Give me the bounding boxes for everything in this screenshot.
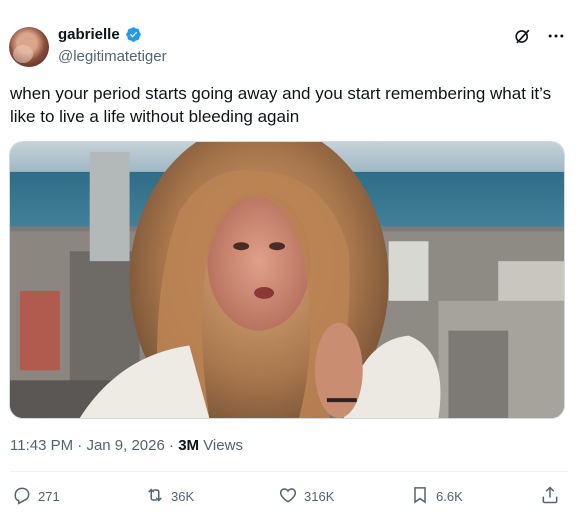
repost-icon [145,485,165,508]
tweet-meta: 11:43 PM · Jan 9, 2026 · 3M Views [10,437,243,454]
reply-count: 271 [38,489,60,504]
author-name-row: gabrielle [58,26,142,43]
repost-button[interactable]: 36K [145,485,194,508]
like-button[interactable]: 316K [278,485,334,508]
tweet-time[interactable]: 11:43 PM [10,437,73,454]
avatar[interactable] [9,27,49,67]
bookmark-button[interactable]: 6.6K [410,485,463,508]
tweet-text: when your period starts going away and y… [10,84,552,126]
views-count[interactable]: 3M [178,437,199,454]
tweet-date[interactable]: Jan 9, 2026 [86,437,164,454]
share-button[interactable] [540,485,560,508]
more-icon[interactable] [546,26,566,46]
reply-button[interactable]: 271 [12,485,60,508]
like-count: 316K [304,489,335,504]
verified-badge-icon [125,26,142,43]
display-name[interactable]: gabrielle [58,26,120,43]
video-thumbnail[interactable] [9,141,565,419]
meta-separator-2: · [169,437,175,454]
bookmark-icon [410,485,430,508]
repost-count: 36K [171,489,195,504]
views-label: Views [203,437,243,454]
bookmark-count: 6.6K [436,489,463,504]
tweet-header-actions [512,26,566,46]
heart-icon [278,485,298,508]
meta-separator: · [77,437,83,454]
user-handle[interactable]: @legitimatetiger [58,48,167,65]
reply-icon [12,485,32,508]
grok-icon[interactable] [512,26,532,46]
share-icon [540,485,560,508]
tweet-actions: 271 36K 316K 6.6K [10,485,565,507]
divider [10,471,568,472]
